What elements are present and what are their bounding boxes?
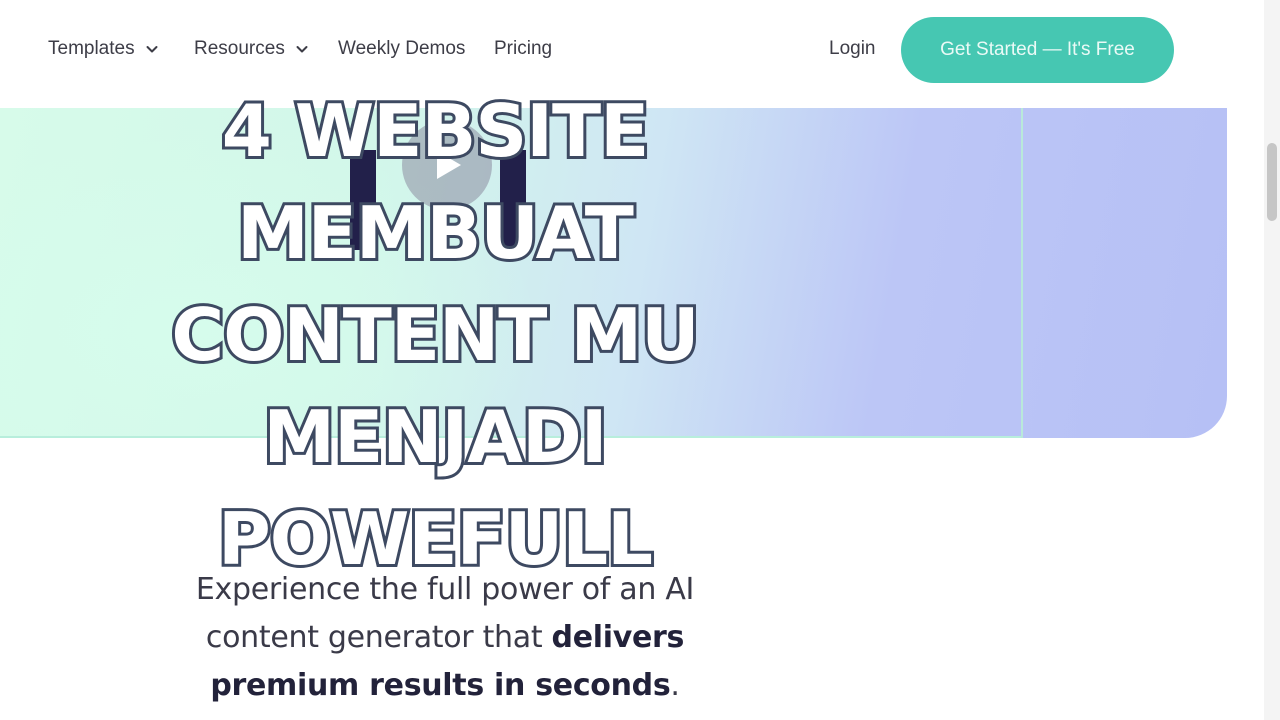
video-frame-bar-left [350,150,376,250]
tagline-emphasis-delivers: delivers [551,620,685,655]
tagline-emphasis-results: premium results in seconds [210,668,671,703]
top-navigation: Templates Resources Weekly Demos Pricing… [0,0,1264,100]
nav-pricing[interactable]: Pricing [494,36,552,62]
nav-weekly-demos[interactable]: Weekly Demos [338,36,465,62]
nav-resources-label: Resources [194,38,285,59]
vertical-scrollbar[interactable] [1264,0,1280,720]
hero-bottom-border [0,436,1021,438]
login-label: Login [829,38,876,59]
tagline-period: . [670,668,680,703]
nav-weekly-demos-label: Weekly Demos [338,38,466,59]
page: Templates Resources Weekly Demos Pricing… [0,0,1280,720]
video-frame-bar-right [500,150,526,250]
chevron-down-icon [296,46,308,53]
nav-templates-label: Templates [48,38,135,59]
nav-resources[interactable]: Resources [194,36,309,62]
nav-templates[interactable]: Templates [48,36,159,62]
login-link[interactable]: Login [829,36,876,62]
tagline-line-1: Experience the full power of an AI [195,572,695,607]
nav-pricing-label: Pricing [494,38,553,59]
video-play-button[interactable] [402,120,492,210]
play-icon [437,151,461,179]
scrollbar-thumb[interactable] [1267,143,1277,221]
hero-tagline: Experience the full power of an AI conte… [150,566,740,710]
tagline-line-2: content generator that [205,620,552,655]
hero-video-card [0,108,1227,438]
chevron-down-icon [146,46,158,53]
hero-divider [1021,108,1023,438]
get-started-button[interactable]: Get Started — It's Free [901,17,1174,83]
